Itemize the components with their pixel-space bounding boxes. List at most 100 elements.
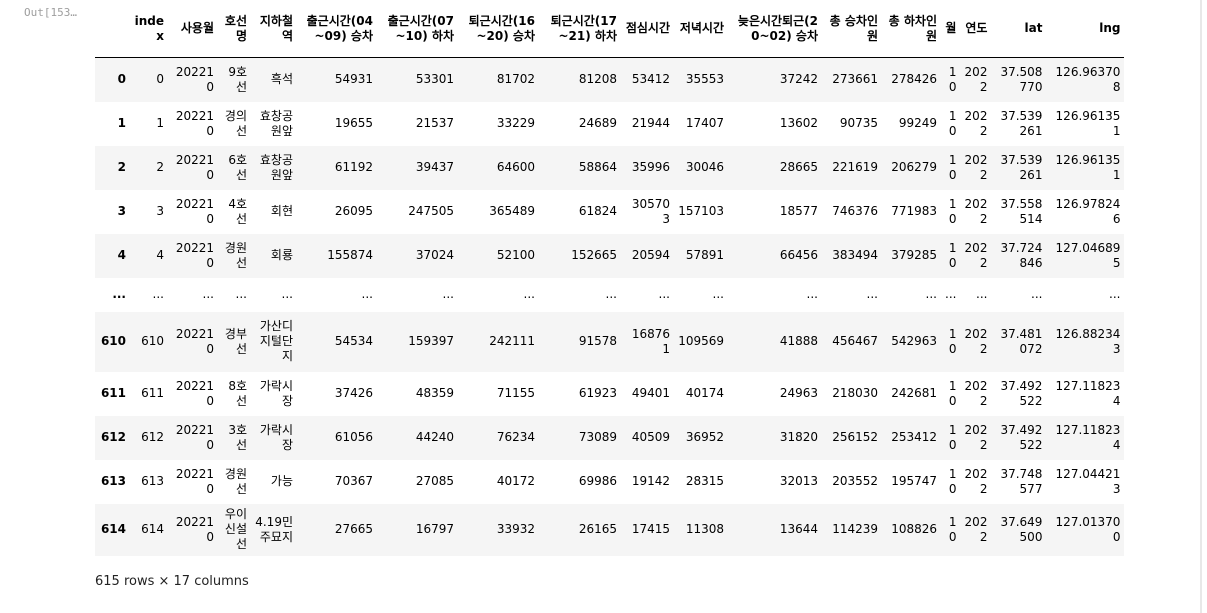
- table-cell: 611: [141, 386, 164, 400]
- table-cell: 37.649500: [1000, 514, 1043, 544]
- table-cell: 10: [948, 196, 957, 226]
- table-cell: 0: [156, 72, 164, 87]
- column-header: 퇴근시간(17~21) 하차: [539, 0, 621, 58]
- row-index-label: 614: [100, 522, 126, 536]
- table-cell: 3: [156, 204, 164, 218]
- table-cell: 746376: [832, 204, 878, 218]
- table-cell: 273661: [832, 72, 878, 87]
- table-cell: 우이신설선: [224, 507, 247, 551]
- table-cell: 회현: [270, 204, 293, 218]
- dataframe-output: index 사용월 호선명 지하철역 출근시간(04~09) 승차 출근시간(07~10)…: [95, 0, 1125, 556]
- table-cell: 37.492522: [1000, 422, 1043, 452]
- table-cell: 253412: [891, 430, 937, 444]
- column-header: 총 하차인원: [882, 0, 941, 58]
- table-row: 613 613 202210 경원선 가능 70367 27085 40172 69986 191…: [95, 459, 1125, 504]
- table-cell: ...: [712, 287, 724, 301]
- table-cell: 152665: [571, 248, 617, 262]
- table-cell: 126.978246: [1055, 196, 1121, 226]
- table-cell: 379285: [891, 248, 937, 262]
- table-cell: 37024: [415, 248, 454, 262]
- table-cell: 2022: [964, 514, 988, 544]
- table-cell: 53412: [631, 72, 670, 87]
- column-header: lng: [1046, 0, 1125, 58]
- table-cell: 16797: [415, 522, 454, 536]
- table-row: 0 0 202210 9호선 흑석 54931 53301 81702 81208 53412 35…: [95, 57, 1125, 102]
- table-cell: 247505: [408, 204, 454, 218]
- table-cell: 202210: [175, 422, 214, 452]
- table-cell: 17415: [631, 522, 670, 536]
- column-header: 점심시간: [621, 0, 674, 58]
- column-header: lat: [991, 0, 1047, 58]
- table-row: 612 612 202210 3호선 가락시장 61056 44240 76234 73089 4…: [95, 415, 1125, 460]
- table-cell: 91578: [578, 334, 617, 348]
- table-cell: 37.481072: [1000, 326, 1043, 356]
- column-header: 사용월: [168, 0, 218, 58]
- table-cell: 2022: [964, 378, 988, 408]
- column-header: 총 승차인원: [822, 0, 882, 58]
- table-cell: 10: [948, 108, 957, 138]
- table-cell: 48359: [415, 386, 454, 400]
- table-cell: 37.724846: [1000, 240, 1043, 270]
- table-cell: 효창공원앞: [259, 152, 293, 182]
- dataframe-table: index 사용월 호선명 지하철역 출근시간(04~09) 승차 출근시간(07~10)…: [95, 0, 1125, 556]
- table-cell: 37.748577: [1000, 466, 1043, 496]
- table-cell: 61192: [334, 160, 373, 174]
- table-cell: 612: [141, 430, 164, 444]
- table-cell: 61056: [334, 430, 373, 444]
- table-cell: 20594: [631, 248, 670, 262]
- table-cell: ...: [361, 287, 373, 301]
- table-cell: 10: [948, 152, 957, 182]
- table-cell: 8호선: [228, 378, 247, 408]
- table-cell: 36952: [685, 430, 724, 444]
- table-cell: 53301: [415, 72, 454, 87]
- output-scrollbar[interactable]: [1200, 0, 1202, 613]
- table-cell: ...: [523, 287, 535, 301]
- table-cell: 127.046895: [1055, 240, 1121, 270]
- table-cell: 6호선: [228, 152, 247, 182]
- row-index-label: ...: [112, 287, 126, 301]
- table-cell: 24689: [578, 116, 617, 130]
- table-cell: 37.492522: [1000, 378, 1043, 408]
- table-cell: ...: [976, 287, 988, 301]
- table-cell: 99249: [898, 116, 937, 130]
- table-cell: 278426: [891, 72, 937, 87]
- table-cell: 10: [948, 422, 957, 452]
- table-cell: 242681: [891, 386, 937, 400]
- table-cell: 19655: [334, 116, 373, 130]
- table-cell: 26095: [334, 204, 373, 218]
- table-cell: 71155: [496, 386, 535, 400]
- table-cell: 2022: [964, 326, 988, 356]
- table-row: 2 2 202210 6호선 효창공원앞 61192 39437 64600 58864 3599…: [95, 145, 1125, 190]
- table-cell: 44240: [415, 430, 454, 444]
- table-cell: 2022: [964, 108, 988, 138]
- table-cell: 126.961351: [1055, 108, 1121, 138]
- table-cell: ...: [235, 287, 247, 301]
- table-cell: 35996: [631, 160, 670, 174]
- table-cell: ...: [806, 287, 818, 301]
- table-cell: 28665: [779, 160, 818, 174]
- table-cell: 9호선: [228, 64, 247, 94]
- table-cell: 37.558514: [1000, 196, 1043, 226]
- table-cell: ...: [1109, 287, 1121, 301]
- table-cell: 159397: [408, 334, 454, 348]
- table-cell: 32013: [779, 474, 818, 488]
- row-index-label: 1: [117, 116, 126, 130]
- column-header: 출근시간(07~10) 하차: [377, 0, 458, 58]
- table-cell: 21944: [631, 116, 670, 130]
- table-cell: 613: [141, 474, 164, 488]
- table-cell: 39437: [415, 160, 454, 174]
- table-cell: 202210: [175, 240, 214, 270]
- table-cell: 27665: [334, 522, 373, 536]
- column-header: 퇴근시간(16~20) 승차: [458, 0, 539, 58]
- table-row: 614 614 202210 우이신설선 4.19민주묘지 27665 16797 33932…: [95, 503, 1125, 556]
- table-cell: 202210: [175, 326, 214, 356]
- row-index-label: 612: [100, 430, 126, 444]
- table-cell: ...: [152, 287, 164, 301]
- table-cell: 11308: [685, 522, 724, 536]
- table-cell: 90735: [839, 116, 878, 130]
- table-cell: 27085: [415, 474, 454, 488]
- table-cell: 4: [156, 248, 164, 262]
- table-cell: 61923: [578, 386, 617, 400]
- table-cell: 40172: [496, 474, 535, 488]
- index-header: [95, 0, 130, 58]
